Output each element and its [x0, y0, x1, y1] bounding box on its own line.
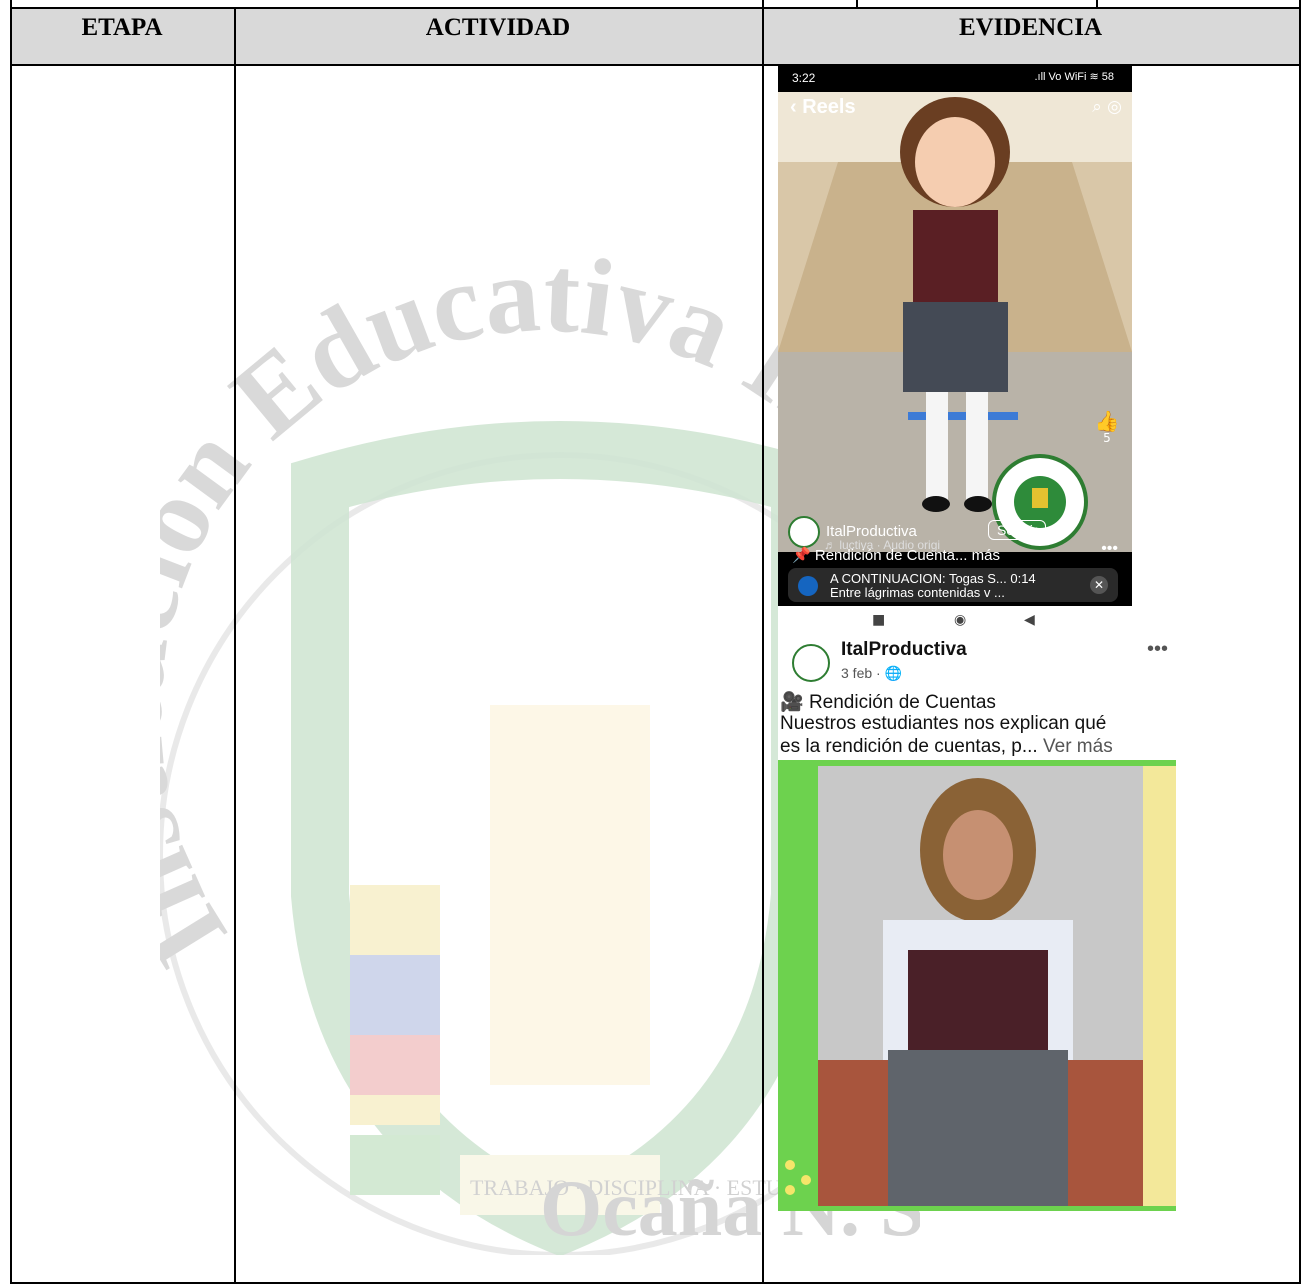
header-evidencia: EVIDENCIA	[958, 14, 1103, 41]
reel-video-frame	[778, 92, 1132, 552]
table-bottom-border	[10, 1282, 1300, 1284]
android-nav-bar: ■ ◉ ◀	[778, 606, 1132, 636]
more-icon[interactable]: •••	[1147, 638, 1168, 661]
like-count: 5	[1103, 431, 1111, 445]
top-tick	[1096, 0, 1098, 8]
video-camera-icon: 🎥	[780, 692, 809, 713]
header-actividad: ACTIVIDAD	[425, 14, 571, 41]
globe-icon: 🌐	[884, 665, 903, 681]
watermark-motto: TRABAJO · DISCIPLINA · ESTUDIO	[470, 1175, 821, 1200]
avatar	[788, 516, 820, 548]
post-text-line: Nuestros estudiantes nos explican qué	[780, 713, 1107, 734]
next-subtitle: Entre lágrimas contenidas v ...	[830, 585, 1005, 600]
home-icon[interactable]: ◉	[954, 612, 966, 628]
status-time: 3:22	[792, 71, 816, 85]
header-etapa: ETAPA	[81, 14, 163, 41]
recents-icon[interactable]: ■	[872, 612, 885, 628]
post-text-line: es la rendición de cuentas, p... Ver más	[780, 736, 1113, 757]
reel-side-actions: 👍 5	[1094, 409, 1120, 445]
next-thumbnail	[798, 576, 818, 596]
status-bar: 3:22 .ıll Vo WiFi ≋ 58	[778, 64, 1132, 92]
post-author[interactable]: ItalProductiva	[841, 639, 967, 661]
profile-icon[interactable]: ◎	[1107, 97, 1122, 117]
top-tick	[856, 0, 858, 8]
reel-screenshot: 3:22 .ıll Vo WiFi ≋ 58 ‹ Reels ⌕ ◎ 👍 5 I…	[778, 64, 1132, 606]
avatar[interactable]	[792, 644, 830, 682]
col-divider-1	[234, 7, 236, 1284]
follow-button[interactable]: Seguir	[988, 520, 1047, 540]
post-title: 🎥 Rendición de Cuentas	[780, 692, 996, 713]
see-more-link[interactable]: Ver más	[1038, 736, 1113, 757]
more-icon[interactable]: •••	[1101, 540, 1118, 558]
like-icon[interactable]: 👍	[1095, 409, 1120, 433]
reels-top-icons: ⌕ ◎	[1092, 97, 1122, 117]
table-right-border	[1299, 0, 1301, 1284]
table-top-border	[10, 7, 1300, 9]
next-video-bar[interactable]: A CONTINUACION: Togas S... 0:14 Entre lá…	[788, 568, 1118, 602]
table-left-border	[10, 0, 12, 1284]
search-icon[interactable]: ⌕	[1092, 97, 1102, 117]
post-video-thumbnail[interactable]	[778, 760, 1176, 1211]
post-date: 3 feb · 🌐	[841, 665, 903, 681]
status-icons: .ıll Vo WiFi ≋ 58	[1034, 71, 1114, 83]
col-divider-2	[762, 0, 764, 1284]
reels-title[interactable]: ‹ Reels	[790, 96, 856, 119]
facebook-post: ItalProductiva 3 feb · 🌐 ••• 🎥 Rendición…	[778, 636, 1176, 1211]
next-title: A CONTINUACION: Togas S... 0:14	[830, 571, 1036, 586]
back-nav-icon[interactable]: ◀	[1024, 612, 1035, 628]
reel-caption[interactable]: 📌 Rendición de Cuenta... más	[792, 546, 1000, 564]
pin-icon: 📌	[792, 547, 815, 564]
close-icon[interactable]: ✕	[1090, 576, 1108, 594]
back-icon[interactable]: ‹	[790, 96, 802, 118]
